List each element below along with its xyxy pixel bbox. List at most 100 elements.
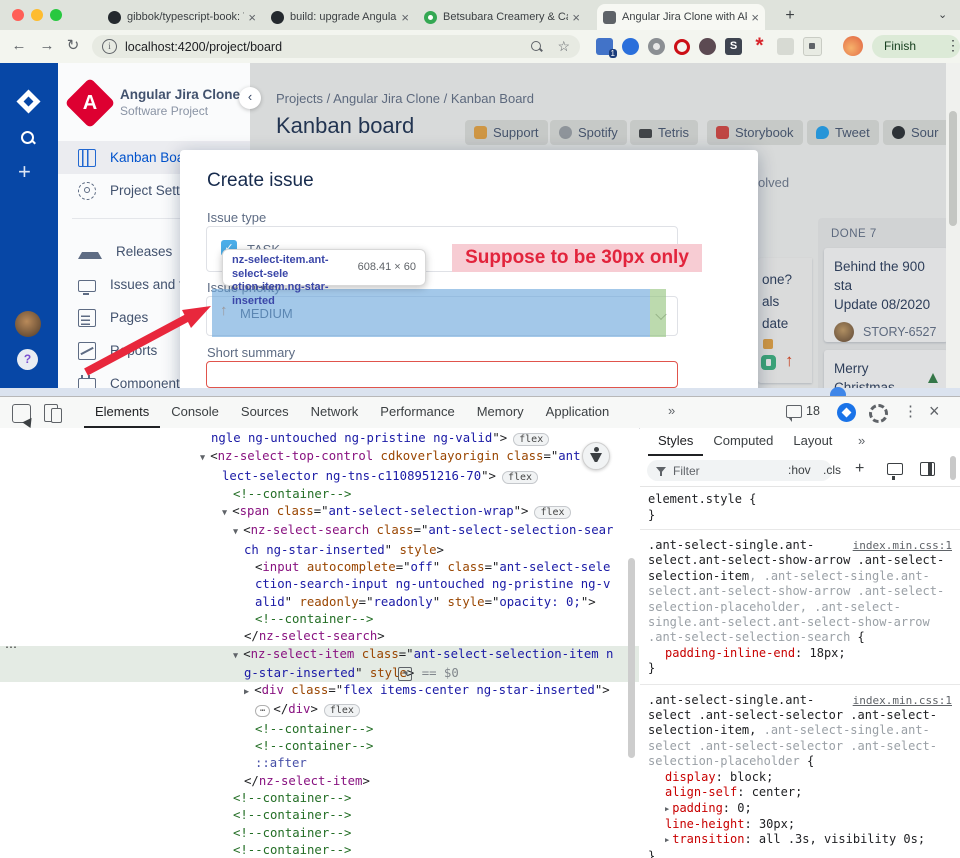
element-tree-line[interactable]: <!--container-->◥ — [0, 807, 639, 824]
sidebar-collapse-button[interactable]: ‹ — [239, 87, 261, 109]
more-tabs-icon[interactable]: » — [668, 403, 675, 418]
element-tree-line[interactable]: lect-selector ng-tns-c1108951216-70">fle… — [0, 468, 639, 486]
elements-scrollbar-thumb[interactable] — [628, 558, 635, 758]
inspect-element-icon[interactable] — [12, 404, 31, 423]
flex-badge[interactable]: flex — [534, 506, 570, 519]
reveal-icon[interactable]: ◥ — [398, 667, 412, 681]
tab-close-icon[interactable]: × — [751, 10, 759, 25]
close-icon[interactable]: × — [929, 401, 940, 422]
devtools-tab[interactable]: Performance — [369, 397, 465, 426]
flex-badge[interactable]: flex — [513, 433, 549, 446]
stylesheet-link[interactable]: index.min.css:1 — [853, 538, 952, 553]
close-window-button[interactable] — [12, 9, 24, 21]
site-info-icon[interactable]: i — [102, 39, 117, 54]
address-bar[interactable]: i localhost:4200/project/board ☆ — [92, 35, 580, 58]
extensions-puzzle-icon[interactable] — [803, 37, 822, 56]
extension-icon[interactable]: * — [751, 38, 768, 55]
gear-icon[interactable] — [869, 404, 888, 423]
element-tree-line[interactable]: <!--container-->◥ — [0, 738, 639, 755]
extension-icon[interactable] — [699, 38, 716, 55]
short-summary-input[interactable] — [206, 361, 678, 388]
css-property[interactable]: ▶display: block; — [648, 770, 952, 785]
element-tree-line[interactable]: ch ng-star-inserted" style>◥ — [0, 542, 639, 559]
styles-tab[interactable]: Layout — [783, 428, 842, 454]
forward-button[interactable]: → — [36, 35, 58, 57]
browser-tab[interactable]: build: upgrade Angular 19 to × — [265, 4, 415, 30]
stylesheet-link[interactable]: index.min.css:1 — [853, 693, 952, 708]
element-tree-line[interactable]: ▼ <nz-select-item class="ant-select-sele… — [0, 646, 639, 665]
minimize-window-button[interactable] — [31, 9, 43, 21]
css-property[interactable]: ▶transition: all .3s, visibility 0s; — [648, 832, 952, 848]
user-avatar[interactable] — [15, 311, 41, 337]
element-style-open[interactable]: element.style { — [648, 491, 952, 507]
css-property[interactable]: ▶padding: 0; — [648, 801, 952, 817]
tab-close-icon[interactable]: × — [248, 10, 256, 25]
extension-icon[interactable]: S — [725, 38, 742, 55]
device-toolbar-icon[interactable] — [44, 404, 58, 422]
extension-icon[interactable] — [648, 38, 665, 55]
browser-tab[interactable]: gibbok/typescript-book: The × — [102, 4, 262, 30]
console-messages-icon[interactable] — [786, 405, 802, 418]
devtools-extension-icon[interactable] — [837, 403, 856, 422]
css-property[interactable]: ▶line-height: 30px; — [648, 817, 952, 832]
element-tree-line[interactable]: <!--container-->◥ — [0, 790, 639, 807]
expand-arrow-icon[interactable]: ▶ — [665, 802, 669, 817]
css-property[interactable]: ▶padding-inline-end: 18px; — [648, 646, 952, 661]
devtools-tab[interactable]: Elements — [84, 397, 160, 428]
styles-scrollbar-thumb[interactable] — [950, 456, 956, 480]
element-tree-line[interactable]: ction-search-input ng-untouched ng-prist… — [0, 576, 639, 593]
extension-icon[interactable]: 1 — [596, 38, 613, 55]
element-tree-line[interactable]: g-star-inserted" style> == $0◥ — [0, 665, 639, 682]
tab-search-chevron-icon[interactable]: ⌄ — [938, 8, 947, 21]
dock-panel-icon[interactable] — [920, 462, 935, 476]
paint-brush-icon[interactable] — [887, 463, 903, 475]
devtools-tab[interactable]: Network — [300, 397, 370, 426]
expand-arrow-icon[interactable]: ▶ — [665, 833, 669, 848]
devtools-tab[interactable]: Memory — [466, 397, 535, 426]
toggle-class-button[interactable]: .cls — [823, 463, 841, 477]
help-icon[interactable]: ? — [17, 349, 38, 370]
new-tab-button[interactable]: + — [778, 4, 802, 28]
styles-tab[interactable]: Computed — [703, 428, 783, 454]
element-tree-line[interactable]: <!--container-->◥ — [0, 721, 639, 738]
element-tree-line[interactable]: <!--container-->◥ — [0, 842, 639, 858]
scrollbar-thumb[interactable] — [949, 111, 957, 226]
element-tree-line[interactable]: <!--container-->◥ — [0, 486, 639, 503]
element-tree-line[interactable]: ▼ <nz-select-search class="ant-select-se… — [0, 522, 639, 541]
extension-icon[interactable] — [622, 38, 639, 55]
element-tree-line[interactable]: ⋯</div>flex◥ — [0, 701, 639, 720]
element-tree-line[interactable]: <input autocomplete="off" class="ant-sel… — [0, 559, 639, 576]
page-scrollbar[interactable] — [946, 63, 960, 388]
element-tree-line[interactable]: alid" readonly="readonly" style="opacity… — [0, 594, 639, 611]
toggle-hover-state-button[interactable]: :hov — [788, 463, 811, 477]
element-tree-line[interactable]: </nz-select-item>◥ — [0, 773, 639, 790]
element-tree-line[interactable]: </nz-select-search>◥ — [0, 628, 639, 645]
browser-tab[interactable]: Angular Jira Clone with Akita × — [597, 4, 765, 30]
element-tree-line[interactable]: ▼ <nz-select-top-control cdkoverlayorigi… — [0, 448, 639, 467]
tab-close-icon[interactable]: × — [572, 10, 580, 25]
tab-close-icon[interactable]: × — [401, 10, 409, 25]
browser-menu-icon[interactable]: ⋮ — [946, 37, 960, 54]
devtools-tab[interactable]: Console — [160, 397, 230, 426]
create-issue-icon[interactable]: + — [18, 159, 31, 185]
element-tree-line[interactable]: <!--container-->◥ — [0, 825, 639, 842]
flex-badge[interactable]: flex — [502, 471, 538, 484]
reload-button[interactable]: ↻ — [62, 35, 84, 57]
app-logo-icon[interactable] — [16, 89, 40, 113]
zoom-icon[interactable] — [531, 41, 543, 53]
extension-icon[interactable] — [674, 39, 690, 55]
element-tree-line[interactable]: ngle ng-untouched ng-pristine ng-valid">… — [0, 430, 639, 448]
element-tree-line[interactable]: ▼ <span class="ant-select-selection-wrap… — [0, 503, 639, 522]
browser-profile-avatar[interactable] — [843, 36, 863, 56]
search-icon[interactable] — [21, 131, 35, 145]
styles-tab[interactable]: Styles — [648, 428, 703, 456]
new-style-rule-button[interactable]: + — [855, 460, 864, 478]
devtools-tab[interactable]: Application — [535, 397, 621, 426]
extension-icon[interactable] — [777, 38, 794, 55]
rule-selector[interactable]: .ant-select-single.ant-select.ant-select… — [648, 538, 944, 644]
element-tree-line[interactable]: <!--container-->◥ — [0, 611, 639, 628]
css-property[interactable]: ▶align-self: center; — [648, 785, 952, 800]
more-tabs-icon[interactable]: » — [858, 433, 865, 448]
element-tree-line[interactable]: ::after◥ — [0, 755, 639, 772]
element-tree-line[interactable]: ▶ <div class="flex items-center ng-star-… — [0, 682, 639, 701]
